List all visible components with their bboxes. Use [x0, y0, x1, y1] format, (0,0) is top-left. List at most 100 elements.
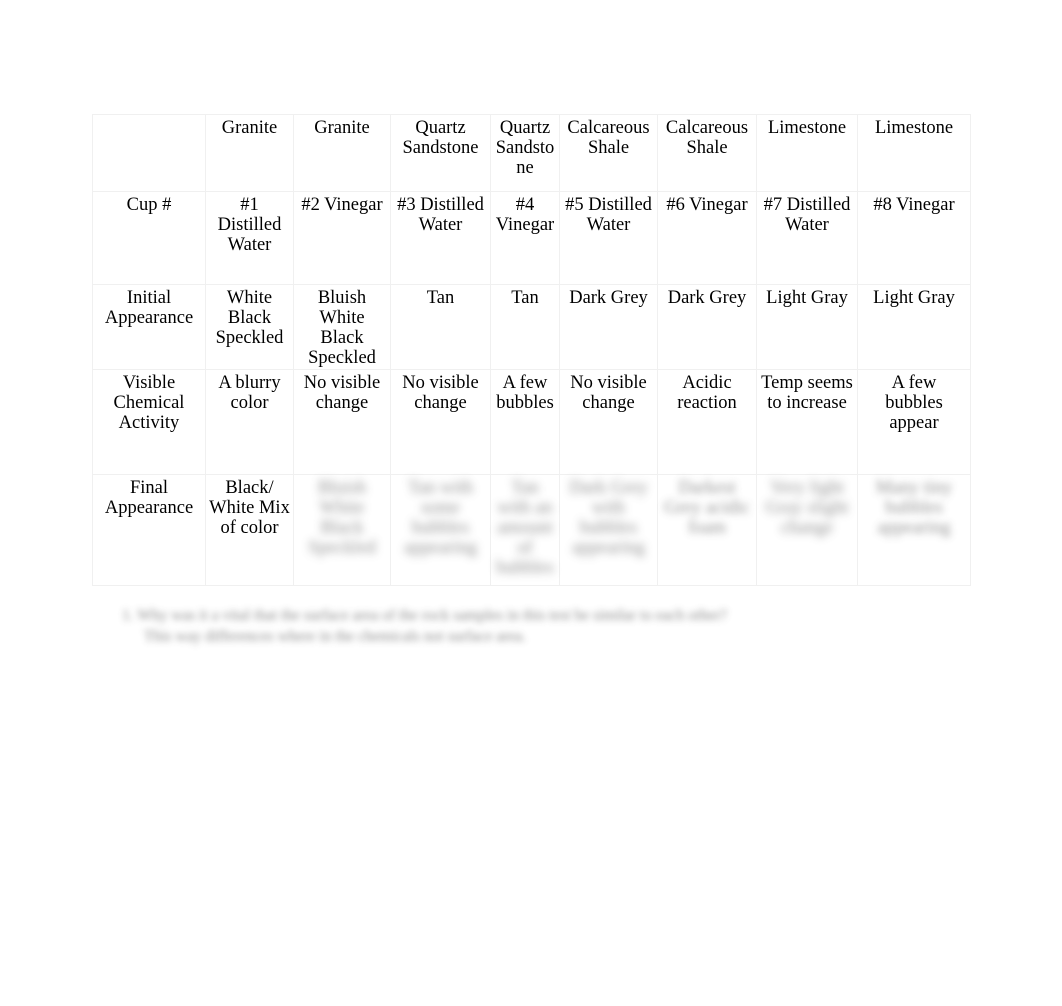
cell-text: Quartz Sandstone [495, 118, 555, 178]
cell-text: #5 Distilled Water [565, 195, 652, 235]
cell-text: Visible Chemical Activity [113, 372, 185, 433]
cell-visible-1: A blurry color [205, 368, 294, 475]
table-row-cup-number: Cup # #1 Distilled Water #2 Vinegar #3 D… [92, 191, 971, 285]
cell-text: #7 Distilled Water [763, 195, 851, 235]
cell-text: #6 Vinegar [666, 195, 748, 215]
cell-final-6: Darkest Grey acidic foam [657, 473, 757, 586]
cell-visible-7: Temp seems to increase [756, 368, 858, 475]
document-page: Granite Granite Quartz Sandstone Quartz … [0, 0, 1062, 1006]
cell-text: Quartz Sandstone [402, 118, 479, 158]
cell-text: Tan with an amount of bubbles [496, 477, 554, 578]
cell-final-1: Black/ White Mix of color [205, 473, 294, 586]
cell-text: No visible change [402, 372, 479, 413]
table-row-final-appearance: Final Appearance Black/ White Mix of col… [92, 473, 971, 586]
cell-visible-6: Acidic reaction [657, 368, 757, 475]
cell-cup-8: #8 Vinegar [857, 191, 971, 285]
cell-text: A few bubbles [496, 372, 554, 413]
cell-text: Black/ White Mix of color [209, 477, 290, 538]
cell-text: Darkest Grey acidic foam [664, 477, 750, 538]
cell-text: Very light Gray slight change [765, 477, 849, 538]
table-row-initial-appearance: Initial Appearance White Black Speckled … [92, 284, 971, 370]
cell-visible-8: A few bubbles appear [857, 368, 971, 475]
cell-initial-7: Light Gray [756, 284, 858, 370]
cell-text: Light Gray [873, 288, 955, 308]
cell-text: No visible change [303, 372, 381, 413]
cell-cup-4: #4 Vinegar [490, 191, 560, 285]
cell-final-7: Very light Gray slight change [756, 473, 858, 586]
cell-text: Limestone [767, 118, 847, 138]
cell-initial-6: Dark Grey [657, 284, 757, 370]
cell-cup-1: #1 Distilled Water [205, 191, 294, 285]
cell-initial-3: Tan [390, 284, 491, 370]
cell-text: Temp seems to increase [761, 372, 853, 413]
row-header-final-appearance: Final Appearance [92, 473, 206, 586]
cell-visible-5: No visible change [559, 368, 658, 475]
cell-text: Granite [314, 118, 370, 138]
cell-cup-5: #5 Distilled Water [559, 191, 658, 285]
cell-initial-8: Light Gray [857, 284, 971, 370]
cell-initial-5: Dark Grey [559, 284, 658, 370]
cell-text: Initial Appearance [104, 288, 194, 328]
cell-text: Dark Grey [667, 288, 747, 308]
cell-text: #3 Distilled Water [397, 195, 484, 235]
cell-final-5: Dark Grey with bubbles appearing [559, 473, 658, 586]
cell-text: A few bubbles appear [885, 372, 943, 433]
cell-rock-type-7: Limestone [756, 114, 858, 192]
cell-rock-type-5: Calcareous Shale [559, 114, 658, 192]
cell-visible-4: A few bubbles [490, 368, 560, 475]
cell-rock-type-4: Quartz Sandstone [490, 114, 560, 192]
cell-text: Dark Grey [569, 288, 648, 308]
cell-cup-6: #6 Vinegar [657, 191, 757, 285]
table-row-visible-chemical-activity: Visible Chemical Activity A blurry color… [92, 368, 971, 475]
cell-rock-type-6: Calcareous Shale [657, 114, 757, 192]
cell-rock-type-8: Limestone [857, 114, 971, 192]
cell-text: No visible change [570, 372, 647, 413]
cell-rock-type-2: Granite [293, 114, 391, 192]
cell-text: #8 Vinegar [873, 195, 955, 215]
cell-text: White Black Speckled [215, 288, 284, 348]
cell-text: Tan [426, 288, 455, 308]
cell-text: Light Gray [766, 288, 848, 308]
cell-text: Acidic reaction [677, 372, 737, 413]
cell-text: Tan [511, 288, 539, 308]
cell-final-8: Many tiny bubbles appearing [857, 473, 971, 586]
cell-final-2: Bluish White Black Speckled [293, 473, 391, 586]
footnote-answer-text: This way differences where in the chemic… [144, 627, 526, 645]
row-header-rock-type [92, 114, 206, 192]
row-header-initial-appearance: Initial Appearance [92, 284, 206, 370]
cell-initial-4: Tan [490, 284, 560, 370]
cell-initial-1: White Black Speckled [205, 284, 294, 370]
lab-results-table: Granite Granite Quartz Sandstone Quartz … [92, 114, 971, 586]
lab-results-table-container: Granite Granite Quartz Sandstone Quartz … [92, 114, 971, 586]
cell-text: Tan with some bubbles appearing [404, 477, 477, 558]
cell-text: #1 Distilled Water [217, 195, 282, 255]
cell-text: Many tiny bubbles appearing [875, 477, 953, 538]
cell-rock-type-3: Quartz Sandstone [390, 114, 491, 192]
cell-final-4: Tan with an amount of bubbles [490, 473, 560, 586]
cell-initial-2: Bluish White Black Speckled [293, 284, 391, 370]
cell-text: Calcareous Shale [665, 118, 749, 158]
cell-text: A blurry color [218, 372, 281, 413]
footnote-question: 1. Why was it a vital that the surface a… [122, 606, 882, 648]
row-header-visible-chemical-activity: Visible Chemical Activity [92, 368, 206, 475]
cell-visible-2: No visible change [293, 368, 391, 475]
cell-text: Cup # [126, 195, 172, 215]
cell-cup-3: #3 Distilled Water [390, 191, 491, 285]
cell-text: Dark Grey with bubbles appearing [569, 477, 648, 558]
cell-text: Final Appearance [104, 477, 194, 518]
cell-cup-2: #2 Vinegar [293, 191, 391, 285]
footnote-question-text: 1. Why was it a vital that the surface a… [122, 607, 727, 624]
cell-rock-type-1: Granite [205, 114, 294, 192]
cell-text: Bluish White Black Speckled [308, 288, 376, 368]
cell-cup-7: #7 Distilled Water [756, 191, 858, 285]
cell-text: Calcareous Shale [567, 118, 650, 158]
row-header-cup-number: Cup # [92, 191, 206, 285]
table-row-rock-type: Granite Granite Quartz Sandstone Quartz … [92, 114, 971, 192]
cell-text: Granite [221, 118, 278, 138]
cell-text: #4 Vinegar [495, 195, 555, 235]
cell-text: Limestone [874, 118, 954, 138]
cell-final-3: Tan with some bubbles appearing [390, 473, 491, 586]
cell-text: Bluish White Black Speckled [308, 477, 376, 558]
cell-text: #2 Vinegar [301, 195, 383, 215]
cell-visible-3: No visible change [390, 368, 491, 475]
